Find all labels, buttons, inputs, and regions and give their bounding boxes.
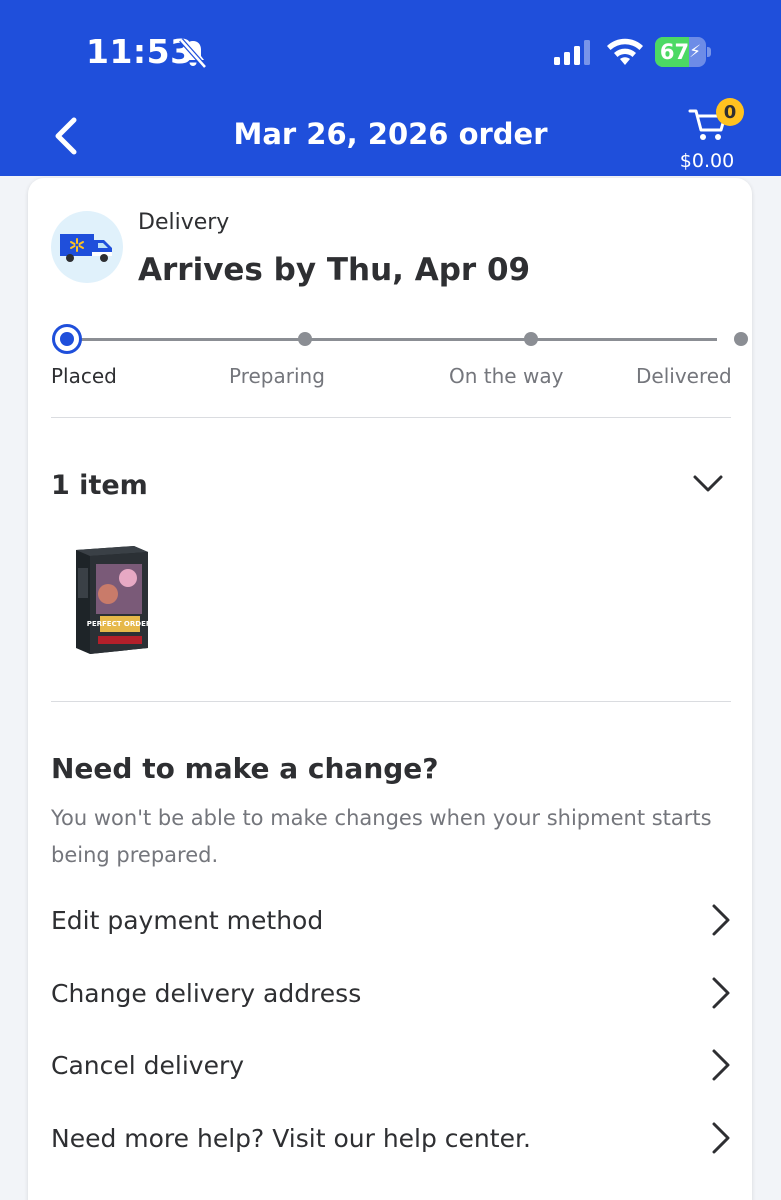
battery-percent: 67 (659, 40, 690, 64)
chevron-right-icon (712, 904, 730, 936)
step-label-delivered: Delivered (636, 364, 732, 388)
chevron-right-icon (712, 1122, 730, 1154)
order-progress-tracker: Placed Preparing On the way Delivered (51, 324, 748, 394)
status-bar: 11:53 67 ⚡ (0, 0, 781, 100)
change-delivery-address-row[interactable]: Change delivery address (51, 965, 731, 1021)
delivery-type-label: Delivery (138, 210, 230, 235)
section-divider (51, 701, 731, 702)
action-label: Change delivery address (51, 978, 362, 1008)
change-section-title: Need to make a change? (51, 752, 439, 785)
delivery-truck-icon (51, 211, 123, 283)
step-marker-delivered (734, 332, 748, 346)
cart-count-badge: 0 (716, 98, 744, 126)
action-label: Cancel delivery (51, 1050, 245, 1080)
step-label-on-the-way: On the way (449, 364, 564, 388)
section-divider (51, 417, 731, 418)
step-marker-preparing (298, 332, 312, 346)
cart-total: $0.00 (679, 150, 735, 172)
step-label-preparing: Preparing (229, 364, 325, 388)
bell-slash-icon (179, 38, 207, 69)
wifi-icon (607, 38, 643, 65)
cancel-delivery-row[interactable]: Cancel delivery (51, 1037, 731, 1093)
action-label: Edit payment method (51, 905, 324, 935)
action-label: Need more help? Visit our help center. (51, 1123, 531, 1153)
page-title: Mar 26, 2026 order (233, 117, 548, 151)
step-label-placed: Placed (51, 364, 117, 388)
order-card: Delivery Arrives by Thu, Apr 09 Placed P… (28, 178, 752, 1200)
help-center-row[interactable]: Need more help? Visit our help center. (51, 1110, 731, 1166)
chevron-down-icon[interactable] (692, 472, 724, 494)
cart-button[interactable]: 0 $0.00 (676, 96, 744, 174)
product-box-text: PERFECT ORDER (87, 620, 150, 628)
chevron-right-icon (712, 1049, 730, 1081)
step-marker-placed (52, 324, 82, 354)
arrival-date: Arrives by Thu, Apr 09 (138, 252, 531, 288)
change-section-description: You won't be able to make changes when y… (51, 806, 712, 867)
product-thumbnail[interactable]: PERFECT ORDER (72, 544, 150, 656)
step-marker-on-the-way (524, 332, 538, 346)
signal-icon (554, 40, 590, 65)
app-header: 11:53 67 ⚡ Mar 26, 2026 order 0 $0.00 (0, 0, 781, 176)
items-count-title: 1 item (51, 470, 148, 501)
progress-line (67, 338, 717, 341)
edit-payment-method-row[interactable]: Edit payment method (51, 892, 731, 948)
chevron-right-icon (712, 977, 730, 1009)
battery-charging-icon: 67 ⚡ (655, 37, 711, 67)
